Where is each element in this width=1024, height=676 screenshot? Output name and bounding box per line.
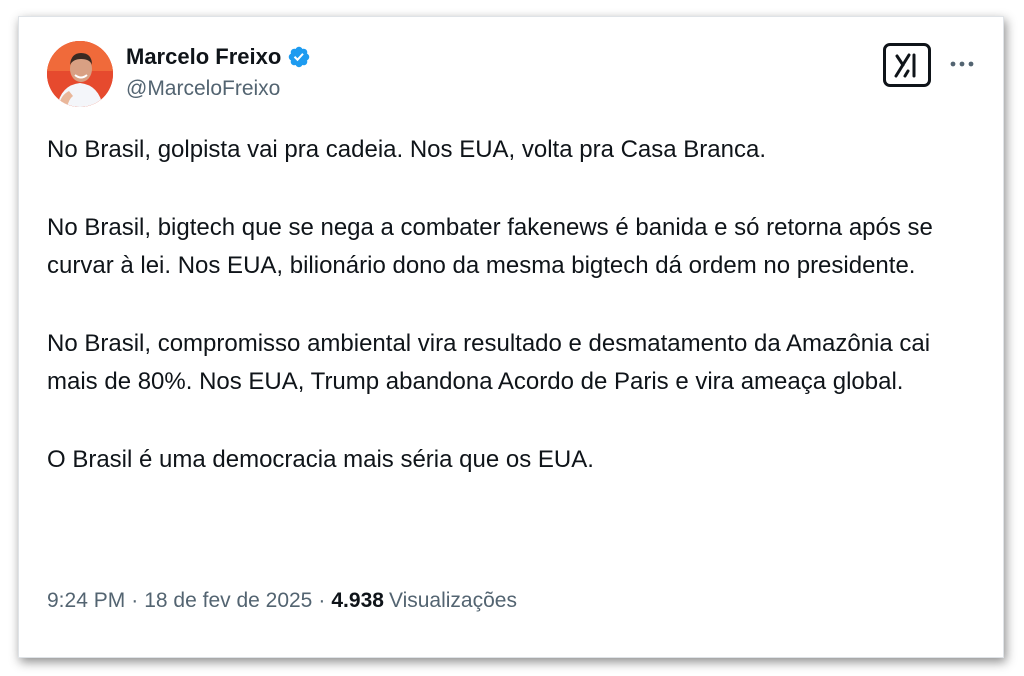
tweet-paragraph: No Brasil, bigtech que se nega a combate… bbox=[47, 214, 933, 279]
tweet-meta: 9:24 PM · 18 de fev de 2025 · 4.938 Visu… bbox=[47, 589, 517, 613]
author-display-name[interactable]: Marcelo Freixo bbox=[126, 44, 311, 70]
grok-button[interactable] bbox=[883, 43, 931, 87]
author-handle[interactable]: @MarceloFreixo bbox=[126, 77, 280, 101]
verified-badge-icon[interactable] bbox=[287, 45, 311, 69]
more-horizontal-icon bbox=[950, 61, 974, 67]
views-label: Visualizações bbox=[388, 589, 517, 612]
tweet-time[interactable]: 9:24 PM bbox=[47, 589, 125, 613]
avatar[interactable] bbox=[47, 41, 113, 107]
more-options-button[interactable] bbox=[947, 51, 977, 77]
tweet-text: No Brasil, golpista vai pra cadeia. Nos … bbox=[47, 131, 977, 479]
tweet-card: Marcelo Freixo @MarceloFreixo No Brasil,… bbox=[18, 16, 1004, 658]
tweet-paragraph: No Brasil, golpista vai pra cadeia. Nos … bbox=[47, 136, 767, 163]
grok-icon bbox=[894, 53, 916, 78]
display-name-text: Marcelo Freixo bbox=[126, 44, 282, 69]
meta-separator: · bbox=[318, 589, 326, 612]
tweet-date[interactable]: 18 de fev de 2025 bbox=[144, 589, 312, 613]
tweet-paragraph: No Brasil, compromisso ambiental vira re… bbox=[47, 330, 931, 395]
avatar-image bbox=[47, 41, 113, 107]
views-count: 4.938 bbox=[331, 589, 384, 612]
meta-separator: · bbox=[131, 589, 139, 612]
tweet-paragraph: O Brasil é uma democracia mais séria que… bbox=[47, 446, 594, 473]
